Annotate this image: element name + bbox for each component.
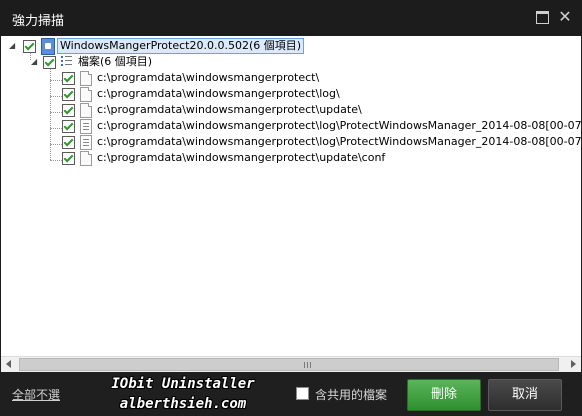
root-checkbox[interactable] bbox=[23, 40, 36, 53]
tree-group-row[interactable]: ◢ 檔案(6 個項目) bbox=[1, 54, 581, 70]
file-checkbox[interactable] bbox=[62, 136, 75, 149]
grip-icon bbox=[304, 362, 312, 368]
title-bar: 強力掃描 ✕ bbox=[0, 0, 582, 36]
tree-file-row[interactable]: c:\programdata\windowsmangerprotect\log\… bbox=[1, 118, 581, 134]
document-icon bbox=[80, 119, 92, 134]
maximize-button[interactable] bbox=[533, 8, 551, 26]
file-path: c:\programdata\windowsmangerprotect\log\… bbox=[97, 135, 581, 148]
deselect-all-link[interactable]: 全部不選 bbox=[12, 386, 60, 403]
cancel-button[interactable]: 取消 bbox=[488, 379, 562, 411]
tree-file-row[interactable]: c:\programdata\windowsmangerprotect\upda… bbox=[1, 102, 581, 118]
include-shared-label[interactable]: 含共用的檔案 bbox=[315, 386, 387, 403]
watermark-line: alberthsieh.com bbox=[119, 396, 247, 412]
file-icon bbox=[80, 87, 92, 102]
file-checkbox[interactable] bbox=[62, 88, 75, 101]
group-checkbox[interactable] bbox=[43, 56, 56, 69]
watermark: IObit Uninstaller alberthsieh.com bbox=[78, 374, 288, 414]
file-checkbox[interactable] bbox=[62, 120, 75, 133]
collapse-icon[interactable]: ◢ bbox=[9, 42, 17, 50]
root-label[interactable]: WindowsMangerProtect20.0.0.502(6 個項目) bbox=[57, 38, 305, 54]
file-path: c:\programdata\windowsmangerprotect\upda… bbox=[97, 103, 362, 116]
file-icon bbox=[80, 151, 92, 166]
file-checkbox[interactable] bbox=[62, 72, 75, 85]
tree-file-row[interactable]: c:\programdata\windowsmangerprotect\log\ bbox=[1, 86, 581, 102]
scroll-right-arrow-icon[interactable] bbox=[571, 360, 576, 368]
tree-root-row[interactable]: ◢ WindowsMangerProtect20.0.0.502(6 個項目) bbox=[1, 38, 581, 55]
footer-bar: 全部不選 IObit Uninstaller alberthsieh.com 含… bbox=[0, 372, 582, 416]
close-icon: ✕ bbox=[558, 7, 572, 26]
delete-button[interactable]: 刪除 bbox=[407, 379, 481, 411]
maximize-icon bbox=[535, 11, 549, 24]
tree-file-row[interactable]: c:\programdata\windowsmangerprotect\ bbox=[1, 70, 581, 86]
file-path: c:\programdata\windowsmangerprotect\log\ bbox=[97, 87, 340, 100]
file-path: c:\programdata\windowsmangerprotect\log\… bbox=[97, 119, 581, 132]
group-label: 檔案(6 個項目) bbox=[78, 55, 153, 68]
file-path: c:\programdata\windowsmangerprotect\ bbox=[97, 71, 320, 84]
watermark-line: IObit Uninstaller bbox=[111, 376, 255, 392]
scroll-left-arrow-icon[interactable] bbox=[6, 360, 11, 368]
window-title: 強力掃描 bbox=[12, 14, 65, 29]
file-path: c:\programdata\windowsmangerprotect\upda… bbox=[97, 151, 386, 164]
file-icon bbox=[80, 103, 92, 118]
close-button[interactable]: ✕ bbox=[556, 8, 574, 26]
files-list-icon bbox=[61, 55, 72, 67]
tree-file-row[interactable]: c:\programdata\windowsmangerprotect\upda… bbox=[1, 150, 581, 166]
include-shared-checkbox[interactable] bbox=[296, 387, 309, 400]
tree-file-row[interactable]: c:\programdata\windowsmangerprotect\log\… bbox=[1, 134, 581, 150]
file-checkbox[interactable] bbox=[62, 104, 75, 117]
file-icon bbox=[80, 71, 92, 86]
file-checkbox[interactable] bbox=[62, 152, 75, 165]
scan-results-tree: ◢ WindowsMangerProtect20.0.0.502(6 個項目) … bbox=[1, 36, 581, 356]
scrollbar-thumb[interactable] bbox=[19, 358, 559, 371]
document-icon bbox=[80, 135, 92, 150]
application-icon bbox=[41, 38, 55, 55]
collapse-icon[interactable]: ◢ bbox=[31, 58, 39, 66]
horizontal-scrollbar[interactable] bbox=[1, 356, 581, 372]
